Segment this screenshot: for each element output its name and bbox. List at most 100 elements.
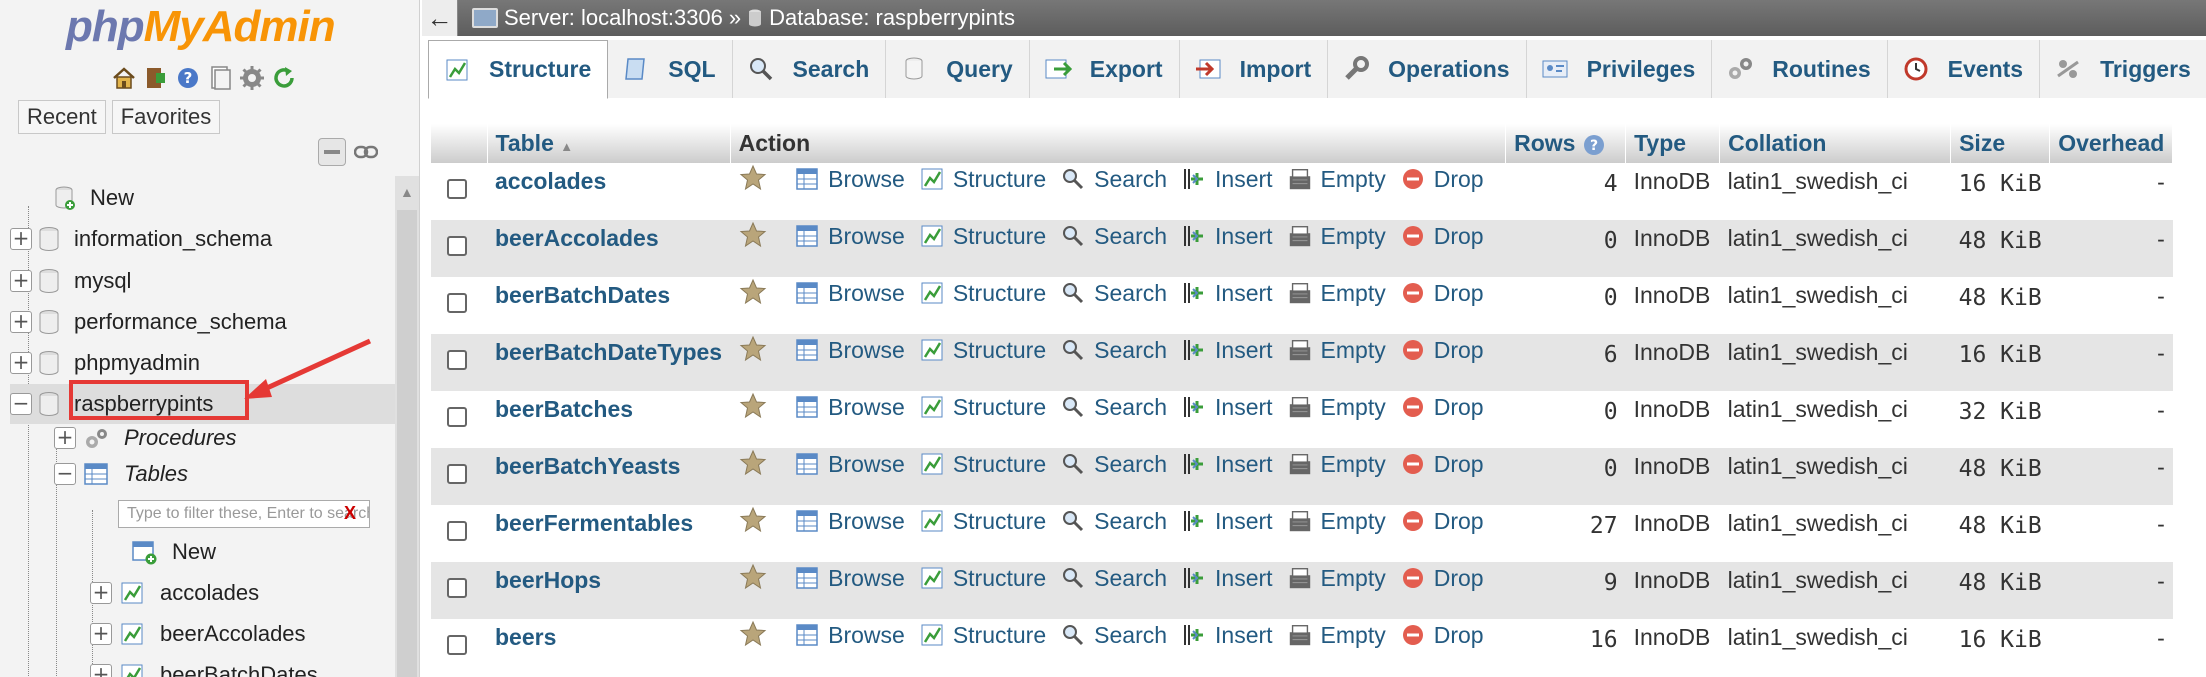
action-structure-link[interactable]: Structure [919, 280, 1046, 307]
tab-export[interactable]: Export [1029, 40, 1180, 98]
action-insert-link[interactable]: Insert [1181, 166, 1273, 193]
tree-item-table-accolades[interactable]: + accolades [90, 573, 259, 613]
table-name-link[interactable]: beerBatchDateTypes [495, 339, 722, 365]
tree-item-table-beerbatchdates[interactable]: + beerBatchDates [90, 655, 318, 677]
action-insert-link[interactable]: Insert [1181, 565, 1273, 592]
tab-events[interactable]: Events [1887, 40, 2041, 98]
tree-item-procedures[interactable]: + Procedures [54, 418, 237, 458]
action-empty-link[interactable]: Empty [1287, 508, 1386, 535]
column-header-collation[interactable]: Collation [1719, 124, 1952, 163]
action-browse-link[interactable]: Browse [794, 223, 905, 250]
action-search-link[interactable]: Search [1060, 622, 1167, 649]
action-insert-link[interactable]: Insert [1181, 622, 1273, 649]
tab-search[interactable]: Search [732, 40, 887, 98]
tree-item-new-database[interactable]: New [48, 178, 134, 218]
expand-icon[interactable]: + [10, 311, 32, 333]
breadcrumb-server[interactable]: Server: localhost:3306 [504, 5, 723, 31]
action-search-link[interactable]: Search [1060, 565, 1167, 592]
action-search-link[interactable]: Search [1060, 223, 1167, 250]
table-filter-input[interactable]: Type to filter these, Enter to search al… [118, 500, 370, 528]
tab-import[interactable]: Import [1179, 40, 1329, 98]
row-checkbox[interactable] [447, 635, 467, 655]
size-link[interactable]: 48 KiB [1950, 505, 2050, 562]
tab-privileges[interactable]: Privileges [1526, 40, 1713, 98]
action-empty-link[interactable]: Empty [1287, 622, 1386, 649]
action-drop-link[interactable]: Drop [1400, 451, 1484, 478]
action-structure-link[interactable]: Structure [919, 565, 1046, 592]
action-structure-link[interactable]: Structure [919, 223, 1046, 250]
size-link[interactable]: 16 KiB [1950, 334, 2050, 391]
action-empty-link[interactable]: Empty [1287, 280, 1386, 307]
link-with-main-icon[interactable] [352, 138, 380, 166]
table-name-link[interactable]: beerBatchDates [495, 282, 670, 308]
expand-icon[interactable]: + [90, 623, 112, 645]
table-name-link[interactable]: beerBatches [495, 396, 633, 422]
tree-scrollbar[interactable]: ▲ [395, 176, 419, 677]
favorite-star-icon[interactable] [738, 164, 776, 191]
size-link[interactable]: 16 KiB [1950, 163, 2050, 220]
action-structure-link[interactable]: Structure [919, 337, 1046, 364]
phpmyadmin-logo[interactable]: phpMyAdmin [66, 2, 336, 52]
action-drop-link[interactable]: Drop [1400, 565, 1484, 592]
action-browse-link[interactable]: Browse [794, 508, 905, 535]
favorite-star-icon[interactable] [738, 221, 776, 248]
scroll-up-icon[interactable]: ▲ [400, 184, 414, 200]
favorites-button[interactable]: Favorites [111, 100, 221, 134]
row-checkbox[interactable] [447, 407, 467, 427]
docs-icon[interactable] [206, 64, 234, 92]
tab-query[interactable]: Query [886, 40, 1030, 98]
action-empty-link[interactable]: Empty [1287, 166, 1386, 193]
action-drop-link[interactable]: Drop [1400, 622, 1484, 649]
row-checkbox[interactable] [447, 293, 467, 313]
size-link[interactable]: 16 KiB [1950, 619, 2050, 676]
column-header-table[interactable]: Table ▲ [487, 124, 731, 163]
action-browse-link[interactable]: Browse [794, 451, 905, 478]
collapse-icon[interactable]: − [54, 463, 76, 485]
tab-routines[interactable]: Routines [1712, 40, 1888, 98]
expand-icon[interactable]: + [10, 228, 32, 250]
table-name-link[interactable]: beers [495, 624, 556, 650]
action-browse-link[interactable]: Browse [794, 166, 905, 193]
settings-icon[interactable] [238, 64, 266, 92]
favorite-star-icon[interactable] [738, 392, 776, 419]
tree-item-information-schema[interactable]: + information_schema [10, 219, 272, 259]
action-drop-link[interactable]: Drop [1400, 508, 1484, 535]
home-icon[interactable] [110, 64, 138, 92]
action-drop-link[interactable]: Drop [1400, 223, 1484, 250]
tree-item-table-beeraccolades[interactable]: + beerAccolades [90, 614, 306, 654]
action-search-link[interactable]: Search [1060, 394, 1167, 421]
row-checkbox[interactable] [447, 350, 467, 370]
favorite-star-icon[interactable] [738, 563, 776, 590]
action-browse-link[interactable]: Browse [794, 280, 905, 307]
tab-sql[interactable]: SQL [608, 40, 733, 98]
favorite-star-icon[interactable] [738, 620, 776, 647]
action-empty-link[interactable]: Empty [1287, 223, 1386, 250]
row-checkbox[interactable] [447, 464, 467, 484]
action-insert-link[interactable]: Insert [1181, 394, 1273, 421]
tab-operations[interactable]: Operations [1328, 40, 1527, 98]
size-link[interactable]: 48 KiB [1950, 562, 2050, 619]
help-icon[interactable]: ? [1582, 133, 1606, 157]
action-drop-link[interactable]: Drop [1400, 166, 1484, 193]
action-insert-link[interactable]: Insert [1181, 280, 1273, 307]
action-search-link[interactable]: Search [1060, 337, 1167, 364]
favorite-star-icon[interactable] [738, 335, 776, 362]
action-browse-link[interactable]: Browse [794, 565, 905, 592]
action-insert-link[interactable]: Insert [1181, 451, 1273, 478]
tree-item-phpmyadmin[interactable]: + phpmyadmin [10, 343, 200, 383]
breadcrumb-database[interactable]: Database: raspberrypints [769, 5, 1015, 31]
expand-icon[interactable]: + [90, 664, 112, 677]
action-browse-link[interactable]: Browse [794, 394, 905, 421]
tab-structure[interactable]: Structure [428, 40, 609, 99]
row-checkbox[interactable] [447, 521, 467, 541]
expand-icon[interactable]: + [90, 582, 112, 604]
action-structure-link[interactable]: Structure [919, 166, 1046, 193]
tree-item-table-new[interactable]: New [120, 532, 216, 572]
column-header-type[interactable]: Type [1625, 124, 1721, 163]
recent-button[interactable]: Recent [18, 100, 106, 134]
tree-item-mysql[interactable]: + mysql [10, 261, 131, 301]
collapse-all-button[interactable] [318, 138, 346, 166]
action-insert-link[interactable]: Insert [1181, 223, 1273, 250]
reload-icon[interactable] [270, 64, 298, 92]
action-structure-link[interactable]: Structure [919, 622, 1046, 649]
